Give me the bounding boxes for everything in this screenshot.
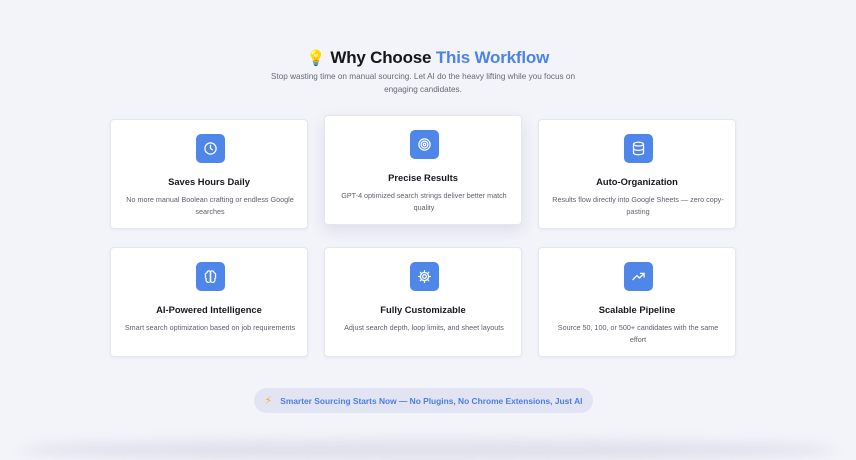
clock-icon — [196, 134, 225, 163]
section-heading: 💡 Why Choose This Workflow — [0, 47, 856, 70]
lightbulb-icon: 💡 — [306, 50, 326, 68]
feature-title: Auto-Organization — [596, 176, 678, 187]
feature-title: AI-Powered Intelligence — [156, 304, 262, 315]
feature-description: Source 50, 100, or 500+ candidates with … — [557, 323, 719, 344]
feature-description: No more manual Boolean crafting or endle… — [126, 195, 294, 216]
trending-up-icon — [624, 262, 653, 291]
heading-accent-text: This Workflow — [435, 48, 550, 68]
feature-card-precise-results: Precise Results GPT-4 optimized search s… — [324, 115, 522, 225]
heading-text: Why Choose — [330, 48, 436, 68]
feature-title: Saves Hours Daily — [168, 176, 250, 187]
cta-banner: ⚡ Smarter Sourcing Starts Now — No Plugi… — [254, 388, 593, 413]
gear-icon — [410, 262, 439, 291]
feature-card-ai-intelligence: AI-Powered Intelligence Smart search opt… — [110, 247, 308, 357]
brain-icon — [196, 262, 225, 291]
feature-description: Adjust search depth, loop limits, and sh… — [344, 323, 504, 332]
feature-description: Smart search optimization based on job r… — [124, 323, 296, 332]
feature-title: Precise Results — [388, 172, 458, 183]
feature-description: GPT-4 optimized search strings deliver b… — [341, 191, 507, 212]
feature-card-auto-organization: Auto-Organization Results flow directly … — [538, 119, 736, 229]
target-icon — [410, 130, 439, 159]
feature-card-saves-hours: Saves Hours Daily No more manual Boolean… — [110, 119, 308, 229]
bottom-shadow-divider — [20, 440, 836, 460]
feature-description: Results flow directly into Google Sheets… — [552, 195, 724, 216]
database-icon — [624, 134, 653, 163]
lightning-icon: ⚡ — [264, 395, 273, 407]
feature-title: Fully Customizable — [380, 304, 466, 315]
feature-title: Scalable Pipeline — [598, 304, 676, 315]
feature-card-customizable: Fully Customizable Adjust search depth, … — [324, 247, 522, 357]
cta-banner-text: Smarter Sourcing Starts Now — No Plugins… — [280, 395, 583, 406]
feature-card-scalable-pipeline: Scalable Pipeline Source 50, 100, or 500… — [538, 247, 736, 357]
section-subtitle: Stop wasting time on manual sourcing. Le… — [270, 72, 576, 94]
